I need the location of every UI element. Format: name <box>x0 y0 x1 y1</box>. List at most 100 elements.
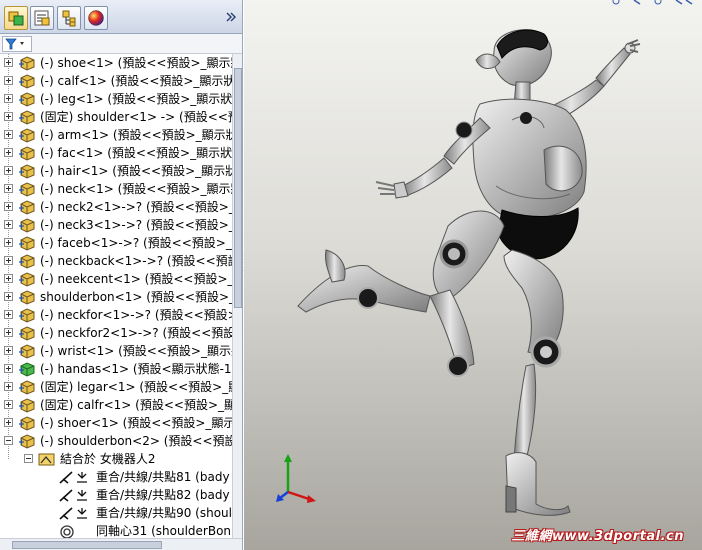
part-green-icon <box>19 362 35 377</box>
tree-item[interactable]: (-) arm<1> (預設<<預設>_顯示狀 <box>0 126 232 144</box>
expand-toggle[interactable] <box>4 238 13 247</box>
expand-chevron-icon[interactable] <box>225 10 237 24</box>
tree-horizontal-scrollbar[interactable] <box>0 538 242 550</box>
collapse-toggle[interactable] <box>4 436 13 445</box>
mate-item-label: 重合/共線/共點82 (bady <box>96 488 230 502</box>
expand-toggle[interactable] <box>4 112 13 121</box>
expand-toggle[interactable] <box>4 292 13 301</box>
tree-item[interactable]: (固定) calfr<1> (預設<<預設>_顯 <box>0 396 232 414</box>
tree-item-label: (-) neck2<1>->? (預設<<預設>_顯 <box>40 200 232 214</box>
expand-toggle[interactable] <box>4 148 13 157</box>
scrollbar-thumb[interactable] <box>234 68 242 308</box>
part-icon <box>19 146 35 161</box>
tree-item[interactable]: (-) neckfor2<1>->? (預設<<預設 <box>0 324 232 342</box>
expand-toggle[interactable] <box>4 130 13 139</box>
hscrollbar-thumb[interactable] <box>12 541 162 549</box>
property-manager-icon <box>34 10 50 26</box>
mate-item[interactable]: 重合/共線/共點90 (shoulde <box>0 504 232 522</box>
tree-item[interactable]: (-) neekcent<1> (預設<<預設>_顯 <box>0 270 232 288</box>
tree-item[interactable]: (-) wrist<1> (預設<<預設>_顯示狀 <box>0 342 232 360</box>
robot-torso[interactable] <box>472 98 587 220</box>
robot-back-leg[interactable] <box>297 210 505 377</box>
coincident-mate-icon <box>59 471 87 484</box>
tree-item-label: (-) shoer<1> (預設<<預設>_顯示 <box>40 416 232 430</box>
expand-toggle[interactable] <box>4 418 13 427</box>
tree-item[interactable]: (-) calf<1> (預設<<預設>_顯示狀 <box>0 72 232 90</box>
tree-item[interactable]: (-) faceb<1>->? (預設<<預設>_顯 <box>0 234 232 252</box>
tree-item-label: (-) wrist<1> (預設<<預設>_顯示狀 <box>40 344 232 358</box>
part-icon <box>19 74 35 89</box>
part-icon <box>19 416 35 431</box>
tree-item[interactable]: (固定) legar<1> (預設<<預設>_顯 <box>0 378 232 396</box>
configuration-manager-tab[interactable] <box>57 6 81 30</box>
tree-item[interactable]: (-) fac<1> (預設<<預設>_顯示狀 <box>0 144 232 162</box>
tree-item[interactable]: (-) shoe<1> (預設<<預設>_顯示狀 <box>0 54 232 72</box>
tree-item[interactable]: (-) shoulderbon<2> (預設<<預設 <box>0 432 232 450</box>
expand-toggle[interactable] <box>4 166 13 175</box>
mate-item[interactable]: 重合/共線/共點81 (bady <box>0 468 232 486</box>
expand-toggle[interactable] <box>4 400 13 409</box>
expand-toggle[interactable] <box>4 346 13 355</box>
tree-vertical-scrollbar[interactable] <box>232 54 242 550</box>
part-icon <box>19 200 35 215</box>
tree-item[interactable]: (-) neck2<1>->? (預設<<預設>_顯 <box>0 198 232 216</box>
part-icon <box>19 308 35 323</box>
tree-item[interactable]: (-) shoer<1> (預設<<預設>_顯示 <box>0 414 232 432</box>
robot-head[interactable] <box>475 29 552 87</box>
tree-item[interactable]: (-) hair<1> (預設<<預設>_顯示狀 <box>0 162 232 180</box>
collapse-toggle[interactable] <box>24 454 33 463</box>
tree-item[interactable]: (-) neck<1> (預設<<預設>_顯示狀 <box>0 180 232 198</box>
expand-toggle[interactable] <box>4 94 13 103</box>
tree-item-label: (-) neckfor<1>->? (預設<<預設> <box>40 308 232 322</box>
tree-item-label: (-) neckback<1>->? (預設<<預設 <box>40 254 232 268</box>
part-icon <box>19 56 35 71</box>
filter-button[interactable] <box>2 36 32 52</box>
tree-item[interactable]: shoulderbon<1> (預設<<預設>_ <box>0 288 232 306</box>
manager-tab-bar <box>0 0 242 34</box>
expand-toggle[interactable] <box>4 310 13 319</box>
coincident-mate-icon <box>59 507 87 520</box>
filter-bar <box>0 34 242 54</box>
part-icon <box>19 182 35 197</box>
mates-folder-item[interactable]: 結合於 女機器人2 <box>0 450 232 468</box>
tree-item[interactable]: (-) handas<1> (預設<顯示狀態-1> <box>0 360 232 378</box>
expand-toggle[interactable] <box>4 76 13 85</box>
expand-toggle[interactable] <box>4 274 13 283</box>
filter-icon <box>5 38 24 50</box>
watermark-text: 三維網www.3dportal.cn <box>511 529 684 544</box>
robot-back-arm[interactable] <box>375 117 491 199</box>
tree-item[interactable]: (-) leg<1> (預設<<預設>_顯示狀 <box>0 90 232 108</box>
part-icon <box>19 164 35 179</box>
tree-item-label: (固定) shoulder<1> -> (預設<<預 <box>40 110 232 124</box>
expand-toggle[interactable] <box>4 382 13 391</box>
tree-item-label: (固定) calfr<1> (預設<<預設>_顯 <box>40 398 232 412</box>
part-icon <box>19 110 35 125</box>
expand-toggle[interactable] <box>4 58 13 67</box>
display-manager-tab[interactable] <box>84 6 108 30</box>
tree-item-label: shoulderbon<1> (預設<<預設>_ <box>40 290 232 304</box>
graphics-area[interactable]: 三維網www.3dportal.cn <box>244 0 702 550</box>
coincident-mate-icon <box>59 489 87 502</box>
expand-toggle[interactable] <box>4 184 13 193</box>
part-icon <box>19 380 35 395</box>
expand-toggle[interactable] <box>4 256 13 265</box>
tree-item-label: (-) handas<1> (預設<顯示狀態-1> <box>40 362 232 376</box>
tree-item[interactable]: (固定) shoulder<1> -> (預設<<預 <box>0 108 232 126</box>
property-manager-tab[interactable] <box>30 6 54 30</box>
tree-item[interactable]: (-) neckback<1>->? (預設<<預設 <box>0 252 232 270</box>
robot-front-leg[interactable] <box>503 249 571 516</box>
tree-item[interactable]: (-) neckfor<1>->? (預設<<預設> <box>0 306 232 324</box>
tree-item[interactable]: (-) neck3<1>->? (預設<<預設>_顯 <box>0 216 232 234</box>
mate-item[interactable]: 重合/共線/共點82 (bady <box>0 486 232 504</box>
expand-toggle[interactable] <box>4 202 13 211</box>
part-icon <box>19 272 35 287</box>
expand-toggle[interactable] <box>4 220 13 229</box>
expand-toggle[interactable] <box>4 364 13 373</box>
part-icon <box>19 92 35 107</box>
tree-item-label: (-) neck3<1>->? (預設<<預設>_顯 <box>40 218 232 232</box>
expand-toggle[interactable] <box>4 328 13 337</box>
tree-item-label: (-) leg<1> (預設<<預設>_顯示狀 <box>40 92 232 106</box>
tree-item-label: (-) neckfor2<1>->? (預設<<預設 <box>40 326 232 340</box>
configuration-manager-icon <box>62 10 76 27</box>
feature-manager-tab[interactable] <box>4 6 28 30</box>
